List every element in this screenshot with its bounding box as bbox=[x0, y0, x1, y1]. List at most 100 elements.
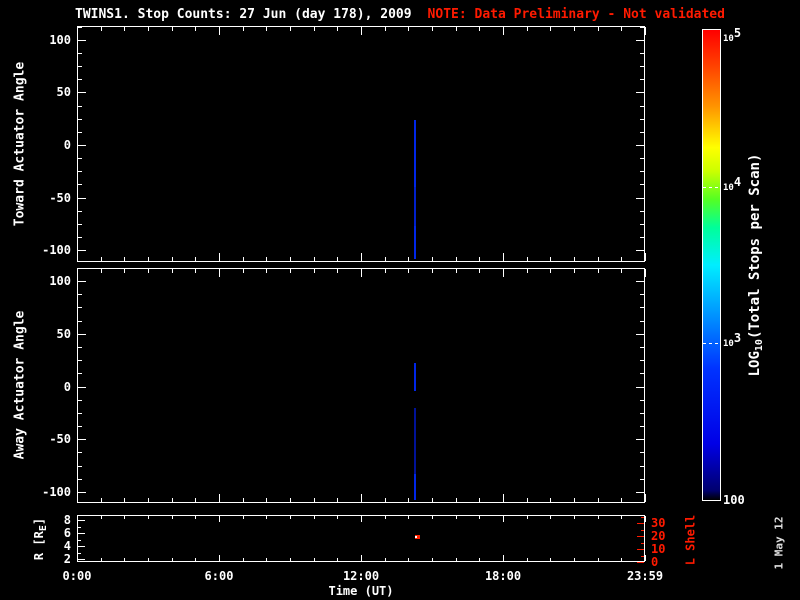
x-tick bbox=[148, 269, 149, 273]
y-tick bbox=[78, 106, 82, 107]
y-tick bbox=[640, 106, 644, 107]
y-tick bbox=[636, 439, 644, 440]
colorbar-tick-exp: 5 bbox=[733, 26, 742, 40]
x-tick bbox=[385, 257, 386, 261]
x-tick bbox=[385, 498, 386, 502]
y-tick-label: 0 bbox=[63, 138, 71, 152]
colorbar-tick-exp: 3 bbox=[733, 331, 742, 345]
x-tick bbox=[598, 516, 599, 519]
x-tick bbox=[645, 269, 646, 277]
x-tick bbox=[598, 269, 599, 273]
x-tick bbox=[266, 27, 267, 31]
x-tick bbox=[645, 516, 646, 522]
x-tick bbox=[645, 494, 646, 502]
x-tick bbox=[621, 558, 622, 561]
x-tick bbox=[550, 269, 551, 273]
y-tick bbox=[640, 466, 644, 467]
x-tick bbox=[243, 498, 244, 502]
y-tick bbox=[78, 250, 86, 251]
x-tick bbox=[124, 257, 125, 261]
x-tick bbox=[503, 253, 504, 261]
y-tick bbox=[78, 307, 82, 308]
lshell-tick bbox=[641, 530, 644, 531]
y-tick-label: 0 bbox=[63, 380, 71, 394]
x-tick bbox=[124, 269, 125, 273]
x-tick bbox=[503, 269, 504, 277]
x-tick bbox=[172, 498, 173, 502]
y-tick bbox=[640, 27, 644, 28]
y-tick bbox=[78, 294, 82, 295]
y-tick bbox=[640, 452, 644, 453]
colorbar-tick-base: 10 bbox=[723, 34, 734, 44]
y-tick bbox=[78, 132, 82, 133]
colorbar-tick-base: 10 bbox=[723, 183, 734, 193]
y-tick bbox=[636, 40, 644, 41]
x-tick bbox=[290, 498, 291, 502]
y-tick bbox=[78, 237, 82, 238]
data-segment bbox=[414, 226, 416, 259]
r-tick bbox=[78, 533, 85, 534]
x-tick bbox=[101, 498, 102, 502]
colorbar-tick-label: 104 bbox=[723, 176, 741, 194]
y-tick bbox=[78, 452, 82, 453]
colorbar-title-sub: 10 bbox=[754, 339, 765, 352]
x-tick bbox=[172, 257, 173, 261]
y-tick bbox=[640, 66, 644, 67]
colorbar bbox=[702, 29, 721, 501]
x-tick bbox=[408, 498, 409, 502]
x-tick bbox=[314, 558, 315, 561]
r-tick-label: 8 bbox=[63, 513, 71, 527]
data-segment bbox=[414, 120, 416, 187]
x-tick bbox=[361, 253, 362, 261]
y-tick bbox=[78, 40, 86, 41]
x-tick bbox=[503, 27, 504, 35]
title-text: TWINS1. Stop Counts: 27 Jun (day 178), 2… bbox=[75, 7, 412, 22]
x-tick bbox=[101, 516, 102, 519]
x-tick bbox=[337, 558, 338, 561]
data-segment bbox=[414, 187, 416, 226]
lshell-axis-label: L Shell bbox=[683, 514, 698, 566]
x-tick bbox=[621, 498, 622, 502]
x-tick bbox=[432, 558, 433, 561]
y-tick bbox=[78, 119, 82, 120]
y-tick bbox=[640, 171, 644, 172]
lshell-tick bbox=[637, 562, 644, 563]
lshell-tick-label: 0 bbox=[651, 555, 659, 569]
x-tick bbox=[550, 558, 551, 561]
lshell-tick bbox=[637, 536, 644, 537]
colorbar-title-pre: LOG bbox=[747, 351, 763, 377]
lshell-tick bbox=[641, 556, 644, 557]
x-tick bbox=[574, 516, 575, 519]
y-tick bbox=[640, 347, 644, 348]
x-tick bbox=[77, 494, 78, 502]
x-tick bbox=[195, 498, 196, 502]
x-tick-label: 6:00 bbox=[204, 569, 234, 583]
x-tick bbox=[479, 269, 480, 273]
x-tick bbox=[148, 257, 149, 261]
lshell-tick bbox=[641, 543, 644, 544]
lshell-tick bbox=[637, 523, 644, 524]
x-tick bbox=[361, 27, 362, 35]
y-tick bbox=[640, 373, 644, 374]
y-tick bbox=[78, 373, 82, 374]
x-tick bbox=[361, 555, 362, 561]
x-tick bbox=[266, 269, 267, 273]
x-tick bbox=[361, 494, 362, 502]
x-tick bbox=[527, 516, 528, 519]
x-tick bbox=[598, 498, 599, 502]
x-tick bbox=[432, 516, 433, 519]
x-tick bbox=[408, 257, 409, 261]
y-tick bbox=[636, 492, 644, 493]
x-tick bbox=[385, 269, 386, 273]
x-tick bbox=[408, 269, 409, 273]
x-tick bbox=[148, 516, 149, 519]
x-tick bbox=[124, 516, 125, 519]
x-tick bbox=[219, 516, 220, 522]
x-tick bbox=[195, 558, 196, 561]
x-tick bbox=[408, 516, 409, 519]
x-tick bbox=[479, 558, 480, 561]
r-tick-label: 4 bbox=[63, 539, 71, 553]
r-tick bbox=[78, 546, 85, 547]
y-tick bbox=[78, 334, 86, 335]
x-tick bbox=[337, 516, 338, 519]
